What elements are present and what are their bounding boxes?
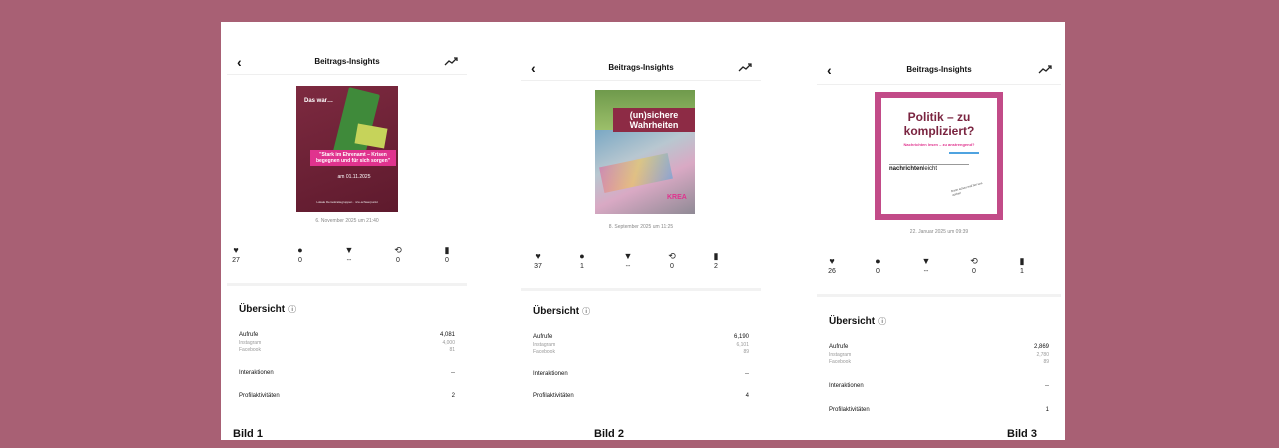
info-icon[interactable]: ⓘ bbox=[582, 307, 590, 316]
insights-panel-1: ‹ Beitrags-Insights Das war… "Stark im E… bbox=[227, 22, 467, 440]
repost-icon: ⟲ bbox=[394, 245, 402, 255]
post-headline: (un)sichere Wahrheiten bbox=[613, 108, 695, 132]
metric-reposts: ⟲ 0 bbox=[657, 250, 687, 271]
handwritten-note: Dann schau mal bei uns vorbei! bbox=[950, 180, 983, 198]
post-thumbnail[interactable]: Politik – zu kompliziert? Nachrichten le… bbox=[875, 92, 1003, 220]
post-thumbnail[interactable]: Das war… "Stark im Ehrenamt – Krisen beg… bbox=[296, 86, 398, 212]
metric-reposts: ⟲ 0 bbox=[959, 255, 989, 276]
heart-icon: ♥ bbox=[535, 251, 541, 261]
post-date-line: am 01.11.2025 bbox=[337, 174, 371, 180]
metric-comments: ● 0 bbox=[863, 255, 893, 276]
checker-border-bottom bbox=[875, 214, 1003, 220]
bookmark-icon: ▮ bbox=[713, 251, 719, 261]
comment-icon: ● bbox=[579, 251, 585, 261]
comment-icon: ● bbox=[875, 256, 881, 266]
heart-icon: ♥ bbox=[829, 256, 835, 266]
section-separator bbox=[817, 294, 1061, 297]
post-footer: Lokale Demokratiegruppen · nrw-schwerpun… bbox=[316, 200, 378, 204]
repost-icon: ⟲ bbox=[668, 251, 676, 261]
metric-row: ♥ 27 ● 0 ▼ -- ⟲ 0 ▮ 0 bbox=[227, 244, 467, 274]
post-headline: "Stark im Ehrenamt – Krisen begegnen und… bbox=[310, 150, 396, 166]
metric-saves: ▮ 2 bbox=[701, 250, 731, 271]
panel-header: ‹ Beitrags-Insights bbox=[521, 58, 761, 78]
info-icon[interactable]: ⓘ bbox=[878, 317, 886, 326]
checker-border-top bbox=[875, 92, 1003, 98]
section-separator bbox=[521, 288, 761, 291]
divider bbox=[521, 80, 761, 81]
metric-shares: ▼ -- bbox=[911, 255, 941, 276]
insights-panel-3: ‹ Beitrags-Insights Politik – zu kompliz… bbox=[817, 22, 1061, 440]
overview-heading: Übersicht ⓘ bbox=[829, 316, 887, 327]
heart-icon: ♥ bbox=[233, 245, 239, 255]
divider bbox=[227, 74, 467, 75]
panel-header: ‹ Beitrags-Insights bbox=[817, 60, 1061, 80]
share-icon: ▼ bbox=[344, 245, 354, 255]
metric-row: ♥ 37 ● 1 ▼ -- ⟲ 0 ▮ 2 bbox=[521, 250, 761, 280]
metric-saves: ▮ 1 bbox=[1007, 255, 1037, 276]
section-separator bbox=[227, 283, 467, 286]
info-icon[interactable]: ⓘ bbox=[288, 305, 296, 314]
metric-likes: ♥ 27 bbox=[221, 244, 251, 265]
metric-comments: ● 1 bbox=[567, 250, 597, 271]
post-headline: Politik – zu kompliziert? bbox=[903, 110, 975, 138]
overview-heading: Übersicht ⓘ bbox=[533, 306, 591, 317]
overview-heading: Übersicht ⓘ bbox=[239, 304, 297, 315]
metric-shares: ▼ -- bbox=[334, 244, 364, 265]
page-title: Beitrags-Insights bbox=[314, 57, 380, 66]
caption-bild-2: Bild 2 bbox=[594, 428, 624, 440]
metric-row: ♥ 26 ● 0 ▼ -- ⟲ 0 ▮ 1 bbox=[817, 255, 1061, 285]
post-tag: KREA bbox=[667, 194, 687, 201]
page-title: Beitrags-Insights bbox=[608, 63, 674, 72]
metric-comments: ● 0 bbox=[285, 244, 315, 265]
trend-icon[interactable] bbox=[1037, 60, 1053, 80]
metric-reposts: ⟲ 0 bbox=[383, 244, 413, 265]
post-date: 22. Januar 2025 um 09:39 bbox=[909, 229, 969, 235]
bookmark-icon: ▮ bbox=[444, 245, 450, 255]
post-subline: Nachrichten lesen – zu anstrengend? bbox=[903, 142, 975, 147]
brand-wordmark: nachrichtenleicht bbox=[889, 164, 969, 172]
top-band bbox=[0, 0, 1279, 12]
caption-bild-1: Bild 1 bbox=[233, 428, 263, 440]
comment-icon: ● bbox=[297, 245, 303, 255]
share-icon: ▼ bbox=[921, 256, 931, 266]
metric-likes: ♥ 26 bbox=[817, 255, 847, 276]
screenshot-collage: ‹ Beitrags-Insights Das war… "Stark im E… bbox=[221, 22, 1065, 440]
bookmark-icon: ▮ bbox=[1019, 256, 1025, 266]
insights-panel-2: ‹ Beitrags-Insights (un)sichere Wahrheite… bbox=[521, 22, 761, 440]
trend-icon[interactable] bbox=[737, 58, 753, 78]
page-title: Beitrags-Insights bbox=[906, 65, 972, 74]
metric-shares: ▼ -- bbox=[613, 250, 643, 271]
metric-saves: ▮ 0 bbox=[432, 244, 462, 265]
divider bbox=[817, 84, 1061, 85]
trend-icon[interactable] bbox=[443, 52, 459, 72]
post-date: 6. November 2025 um 21:40 bbox=[315, 218, 379, 224]
panel-header: ‹ Beitrags-Insights bbox=[227, 52, 467, 72]
post-thumbnail[interactable]: (un)sichere Wahrheiten KREA bbox=[595, 90, 695, 214]
caption-bild-3: Bild 3 bbox=[1007, 428, 1037, 440]
repost-icon: ⟲ bbox=[970, 256, 978, 266]
metric-likes: ♥ 37 bbox=[523, 250, 553, 271]
post-kicker: Das war… bbox=[304, 98, 334, 104]
share-icon: ▼ bbox=[623, 251, 633, 261]
post-date: 8. September 2025 um 11:25 bbox=[608, 224, 674, 230]
blue-underline bbox=[949, 152, 979, 154]
